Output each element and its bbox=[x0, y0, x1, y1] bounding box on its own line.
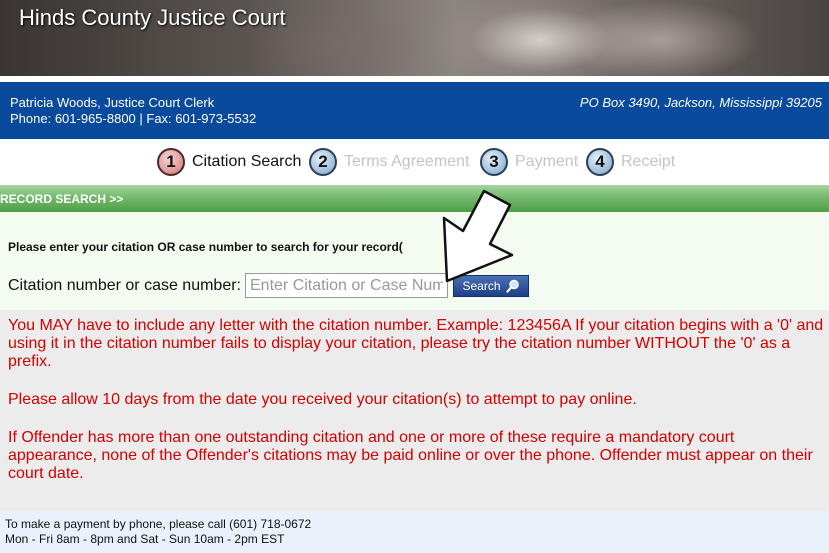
step-number: 1 bbox=[157, 148, 185, 176]
step-label: Citation Search bbox=[192, 153, 302, 170]
record-search-bar: RECORD SEARCH >> bbox=[0, 185, 829, 212]
step-label: Receipt bbox=[621, 153, 676, 170]
step-label: Terms Agreement bbox=[344, 153, 470, 170]
site-title: Hinds County Justice Court bbox=[19, 5, 286, 30]
search-panel: Please enter your citation OR case numbe… bbox=[0, 212, 829, 310]
clerk-info: Patricia Woods, Justice Court Clerk Phon… bbox=[10, 95, 256, 127]
search-prompt: Please enter your citation OR case numbe… bbox=[8, 240, 403, 254]
step-label: Payment bbox=[515, 153, 579, 170]
record-search-label: RECORD SEARCH >> bbox=[0, 192, 124, 206]
step-payment: 3 Payment bbox=[480, 147, 578, 177]
clerk-contact: Phone: 601-965-8800 | Fax: 601-973-5532 bbox=[10, 111, 257, 126]
clerk-name: Patricia Woods, Justice Court Clerk bbox=[10, 95, 215, 110]
step-number: 4 bbox=[586, 148, 614, 176]
notice-panel: You MAY have to include any letter with … bbox=[0, 310, 829, 511]
citation-field-label: Citation number or case number: bbox=[8, 277, 241, 294]
pointer-arrow-icon bbox=[442, 189, 514, 282]
step-receipt: 4 Receipt bbox=[586, 147, 675, 177]
court-address: PO Box 3490, Jackson, Mississippi 39205 bbox=[579, 95, 822, 110]
contact-info-bar: Patricia Woods, Justice Court Clerk Phon… bbox=[0, 82, 829, 139]
notice-citation-format: You MAY have to include any letter with … bbox=[8, 317, 824, 370]
citation-search-input[interactable] bbox=[245, 273, 448, 298]
phone-payment-footer: To make a payment by phone, please call … bbox=[0, 511, 829, 553]
notice-wait-period: Please allow 10 days from the date you r… bbox=[8, 391, 637, 408]
step-number: 2 bbox=[309, 148, 337, 176]
step-citation-search: 1 Citation Search bbox=[157, 147, 301, 177]
step-terms-agreement: 2 Terms Agreement bbox=[309, 147, 469, 177]
notice-multiple-citations: If Offender has more than one outstandin… bbox=[8, 429, 813, 482]
phone-payment-hours: Mon - Fri 8am - 8pm and Sat - Sun 10am -… bbox=[5, 532, 285, 546]
phone-payment-number: To make a payment by phone, please call … bbox=[5, 517, 312, 531]
header-banner: Hinds County Justice Court bbox=[0, 0, 829, 76]
step-number: 3 bbox=[480, 148, 508, 176]
progress-steps: 1 Citation Search 2 Terms Agreement 3 Pa… bbox=[0, 139, 829, 185]
